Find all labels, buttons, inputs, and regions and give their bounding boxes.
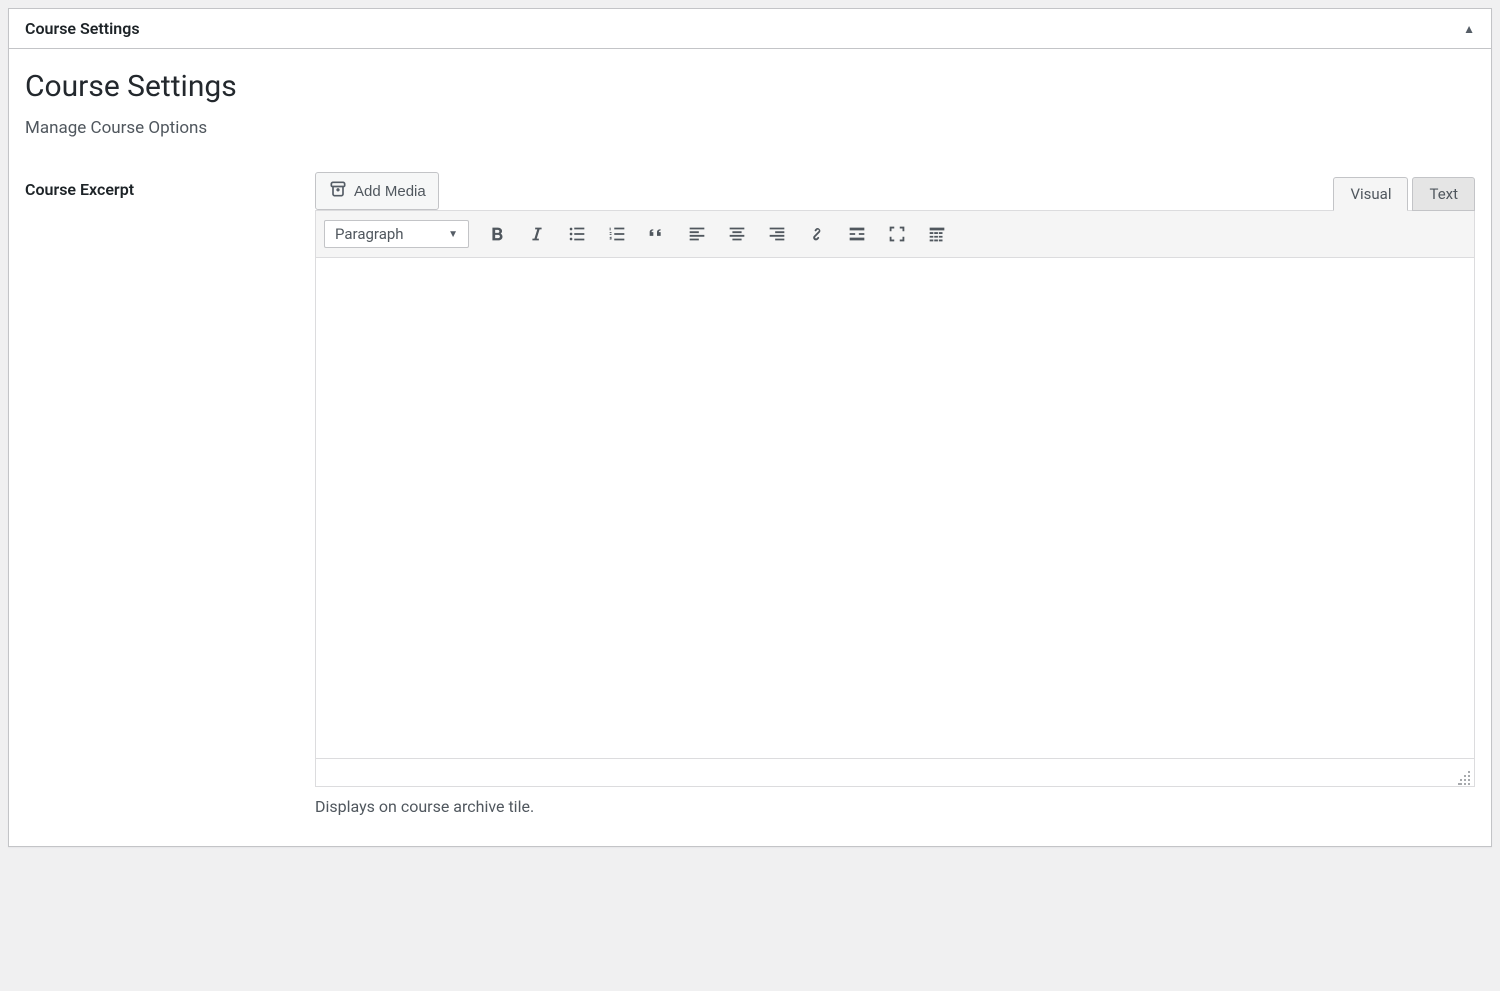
blockquote-button[interactable] <box>639 217 675 251</box>
align-right-button[interactable] <box>759 217 795 251</box>
collapse-toggle-icon[interactable]: ▲ <box>1463 22 1475 36</box>
fullscreen-button[interactable] <box>879 217 915 251</box>
read-more-button[interactable] <box>839 217 875 251</box>
bullet-list-button[interactable] <box>559 217 595 251</box>
italic-button[interactable] <box>519 217 555 251</box>
metabox-body: Course Settings Manage Course Options Co… <box>9 49 1491 846</box>
add-media-label: Add Media <box>354 183 426 200</box>
link-button[interactable] <box>799 217 835 251</box>
tab-text[interactable]: Text <box>1412 177 1475 211</box>
metabox-title: Course Settings <box>25 19 140 38</box>
field-content: Add Media Visual Text Paragraph ▼ <box>315 172 1475 816</box>
caret-down-icon: ▼ <box>448 229 458 240</box>
bold-button[interactable] <box>479 217 515 251</box>
editor-wrap: Paragraph ▼ <box>315 210 1475 787</box>
editor-tabs: Visual Text <box>1333 176 1475 210</box>
tab-visual[interactable]: Visual <box>1333 177 1408 211</box>
editor-top-bar: Add Media Visual Text <box>315 172 1475 210</box>
course-settings-metabox: Course Settings ▲ Course Settings Manage… <box>8 8 1492 847</box>
editor-toolbar: Paragraph ▼ <box>316 211 1474 258</box>
format-select[interactable]: Paragraph ▼ <box>324 220 469 248</box>
media-icon <box>328 179 348 203</box>
format-selected-label: Paragraph <box>335 225 404 243</box>
numbered-list-button[interactable] <box>599 217 635 251</box>
section-subtitle: Manage Course Options <box>25 118 1475 138</box>
section-title: Course Settings <box>25 69 1475 104</box>
resize-handle[interactable] <box>1458 770 1472 784</box>
align-center-button[interactable] <box>719 217 755 251</box>
metabox-header[interactable]: Course Settings ▲ <box>9 9 1491 49</box>
field-label: Course Excerpt <box>25 172 315 199</box>
editor-content-area[interactable] <box>316 258 1474 758</box>
field-help: Displays on course archive tile. <box>315 797 1475 816</box>
toolbar-toggle-button[interactable] <box>919 217 955 251</box>
align-left-button[interactable] <box>679 217 715 251</box>
add-media-button[interactable]: Add Media <box>315 172 439 210</box>
course-excerpt-field: Course Excerpt Add Media Visual Text <box>25 172 1475 816</box>
editor-statusbar <box>316 758 1474 786</box>
